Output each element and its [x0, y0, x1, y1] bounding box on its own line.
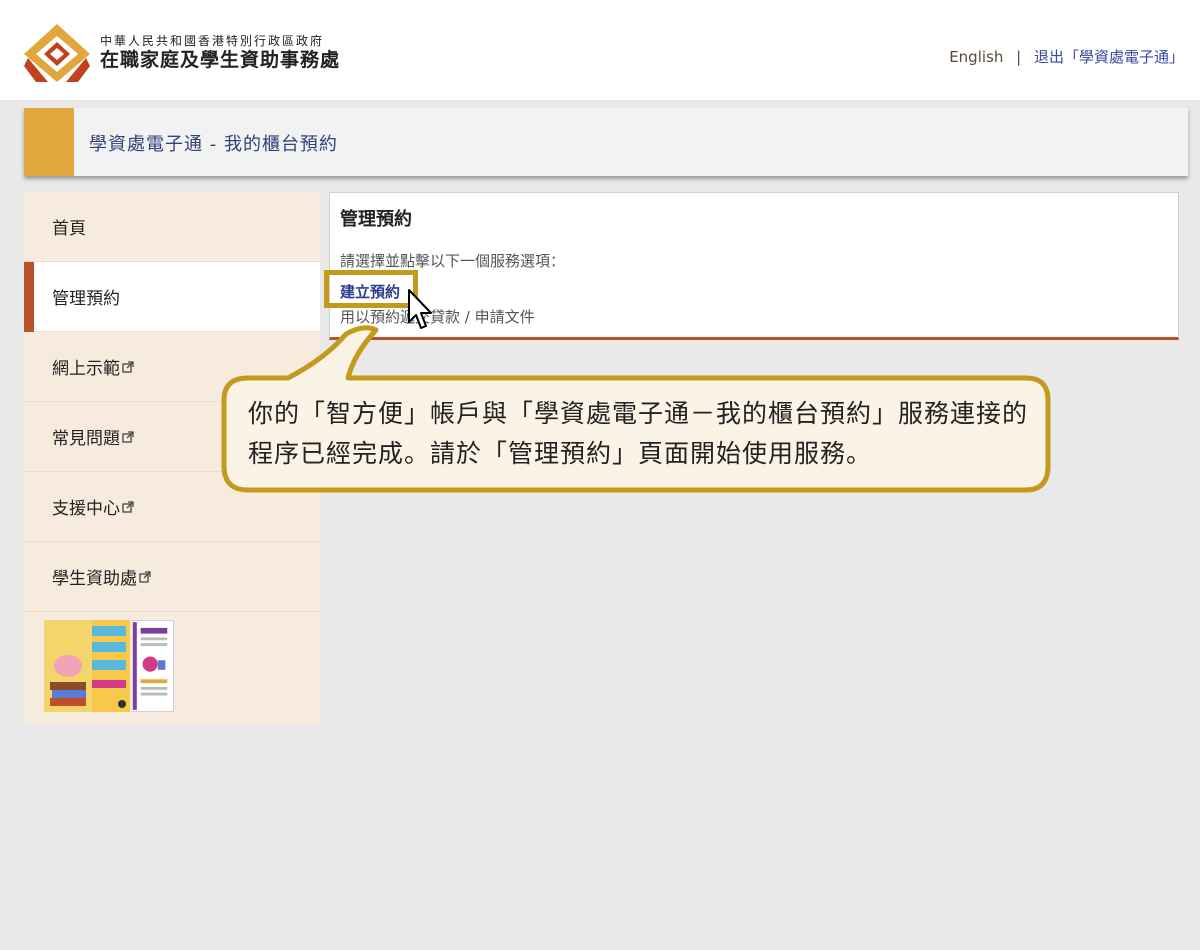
sidebar-item-label: 支援中心 — [52, 499, 120, 519]
organization-name: 中華人民共和國香港特別行政區政府 在職家庭及學生資助事務處 — [100, 34, 340, 72]
instruction-text: 請選擇並點擊以下一個服務選項： — [340, 252, 566, 270]
top-header: 中華人民共和國香港特別行政區政府 在職家庭及學生資助事務處 English | … — [0, 0, 1200, 100]
link-separator: | — [1016, 48, 1022, 66]
logout-link[interactable]: 退出「學資處電子通」 — [1034, 48, 1184, 66]
sidebar-item-home[interactable]: 首頁 — [24, 192, 320, 262]
banner-accent — [24, 108, 74, 176]
page-title: 學資處電子通 - 我的櫃台預約 — [89, 134, 338, 155]
external-link-icon — [122, 360, 134, 373]
promo-flyer-image[interactable] — [44, 620, 130, 712]
sidebar-item-label: 學生資助處 — [52, 569, 137, 589]
english-link[interactable]: English — [949, 48, 1003, 66]
promo-flyers[interactable] — [44, 620, 174, 712]
sidebar-item-student-finance[interactable]: 學生資助處 — [24, 542, 320, 612]
external-link-icon — [139, 570, 151, 583]
callout-message: 你的「智方便」帳戶與「學資處電子通－我的櫃台預約」服務連接的程序已經完成。請於「… — [248, 399, 1029, 468]
external-link-icon — [122, 500, 134, 513]
promo-flyer-image[interactable] — [132, 620, 174, 712]
sidebar-item-label: 網上示範 — [52, 359, 120, 379]
section-title: 管理預約 — [340, 209, 412, 230]
logo-icon[interactable] — [24, 24, 90, 82]
pointer-cursor-icon — [408, 289, 432, 329]
page-banner: 學資處電子通 - 我的櫃台預約 — [24, 108, 1188, 176]
external-link-icon — [122, 430, 134, 443]
highlight-box — [324, 270, 418, 308]
org-title: 在職家庭及學生資助事務處 — [100, 49, 341, 71]
top-links: English | 退出「學資處電子通」 — [949, 46, 1184, 67]
org-subtitle: 中華人民共和國香港特別行政區政府 — [100, 34, 325, 48]
sidebar-item-label: 首頁 — [52, 219, 86, 239]
sidebar-item-label: 管理預約 — [52, 289, 120, 309]
sidebar-item-label: 常見問題 — [52, 429, 120, 449]
